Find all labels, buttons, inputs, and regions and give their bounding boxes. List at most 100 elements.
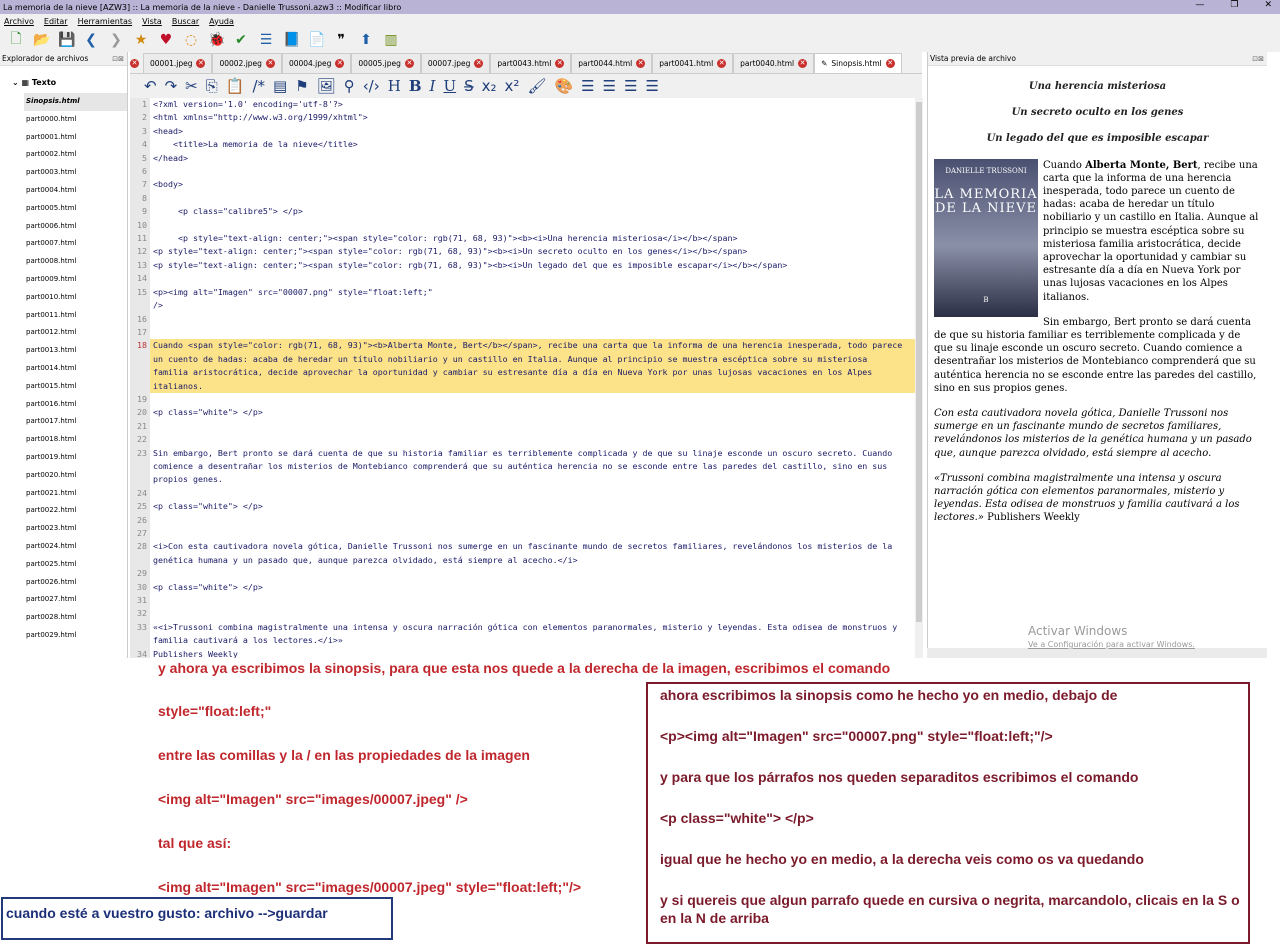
code-text[interactable]: <p class="white"> </p> [150,581,915,594]
code-text[interactable]: <body> [150,178,915,191]
code-text[interactable] [150,219,915,232]
panel-close-icon[interactable]: ⊡⊠ [1252,55,1264,63]
file-item[interactable]: part0010.html [0,289,127,307]
code-text[interactable]: <i>Con esta cautivadora novela gótica, D… [150,540,915,567]
html-icon[interactable]: ▤ [273,77,287,95]
code-text[interactable]: <?xml version='1.0' encoding='utf-8'?> [150,98,915,111]
file-item[interactable]: part0000.html [0,111,127,129]
code-text[interactable] [150,192,915,205]
file-item[interactable]: part0025.html [0,556,127,574]
bug-icon[interactable]: 🐞 [208,32,225,48]
tab-00001-jpeg[interactable]: 00001.jpeg ✕ [143,53,213,73]
tab-close-icon[interactable]: ✕ [636,59,646,68]
activation-link[interactable]: Ve a Configuración para activar Windows. [1028,640,1195,649]
minimize-button[interactable]: — [1195,0,1204,10]
subscript-icon[interactable]: x₂ [482,77,497,95]
code-text[interactable]: <p style="text-align: center;"><span sty… [150,245,915,258]
close-button[interactable]: ✕ [1264,0,1272,10]
file-item[interactable]: part0028.html [0,609,127,627]
code-editor[interactable]: 1 <?xml version='1.0' encoding='utf-8'?> 2… [130,98,915,658]
upload-icon[interactable]: ⬆ [358,32,374,48]
file-item[interactable]: part0008.html [0,253,127,271]
code-text[interactable]: Sin embargo, Bert pronto se dará cuenta … [150,447,915,487]
file-item[interactable]: part0015.html [0,378,127,396]
code-text[interactable]: <title>La memoria de la nieve</title> [150,138,915,151]
checkpoint-icon[interactable]: ★ [133,32,149,48]
align-center-icon[interactable]: ☰ [603,77,616,95]
file-item[interactable]: part0027.html [0,591,127,609]
superscript-icon[interactable]: x² [505,77,520,95]
tab-part0044-html[interactable]: part0044.html ✕ [571,53,653,73]
heart-icon[interactable]: ♥ [158,32,174,48]
file-item[interactable]: Sinopsis.html [24,93,127,111]
link-icon[interactable]: ⚲ [344,77,355,95]
stats-icon[interactable]: ▥ [383,32,399,48]
code-text[interactable]: <p style="text-align: center;"><span sty… [150,232,915,245]
file-item[interactable]: part0024.html [0,538,127,556]
code-text[interactable]: <p class="white"> </p> [150,500,915,513]
spellcheck-icon[interactable]: ✔ [233,32,249,48]
file-item[interactable]: part0007.html [0,235,127,253]
maximize-button[interactable]: ❐ [1230,0,1238,10]
tab-close-icon[interactable]: ✕ [555,59,565,68]
code-text[interactable] [150,514,915,527]
italic-icon[interactable]: I [430,77,436,95]
tab-close-icon[interactable]: ✕ [474,59,484,68]
tab-close-icon[interactable]: ✕ [798,59,808,68]
quote-icon[interactable]: ❞ [333,32,349,48]
file-item[interactable]: part0021.html [0,485,127,503]
code-text[interactable] [150,594,915,607]
marker-icon[interactable]: ⚑ [295,77,308,95]
file-item[interactable]: part0013.html [0,342,127,360]
code-text[interactable] [150,272,915,285]
code-text[interactable]: <head> [150,125,915,138]
menu-vista[interactable]: Vista [142,17,162,26]
cut-icon[interactable]: ✂ [185,77,198,95]
menu-editar[interactable]: Editar [44,17,68,26]
report-icon[interactable]: 📄 [308,32,325,48]
align-right-icon[interactable]: ☰ [624,77,637,95]
code-text[interactable] [150,326,915,339]
new-file-icon[interactable]: 🗋 [8,28,24,52]
tab-close-icon[interactable]: ✕ [335,59,345,68]
file-item[interactable]: part0014.html [0,360,127,378]
tag-icon[interactable]: ‹/› [363,77,380,95]
forward-icon[interactable]: ❯ [108,32,124,48]
code-text[interactable]: <p><img alt="Imagen" src="00007.png" sty… [150,286,915,313]
code-text[interactable] [150,487,915,500]
code-text[interactable]: Cuando <span style="color: rgb(71, 68, 9… [150,339,915,393]
tab-close-icon[interactable]: ✕ [885,59,895,68]
file-item[interactable]: part0012.html [0,324,127,342]
file-item[interactable]: part0002.html [0,146,127,164]
redo-icon[interactable]: ↷ [165,77,178,95]
file-item[interactable]: part0029.html [0,627,127,645]
tab-00005-jpeg[interactable]: 00005.jpeg ✕ [351,53,421,73]
file-item[interactable]: part0023.html [0,520,127,538]
file-item[interactable]: part0001.html [0,129,127,147]
image-insert-icon[interactable]: 🖼 [317,77,336,95]
menu-herramientas[interactable]: Herramientas [78,17,133,26]
tab-close-icon[interactable]: ✕ [196,59,206,68]
toc-icon[interactable]: ☰ [258,32,274,48]
code-text[interactable]: «<i>Trussoni combina magistralmente una … [150,621,915,648]
code-text[interactable]: <p class="white"> </p> [150,406,915,419]
code-text[interactable] [150,567,915,580]
code-text[interactable] [150,165,915,178]
file-item[interactable]: part0006.html [0,218,127,236]
file-item[interactable]: part0003.html [0,164,127,182]
tab-close-icon[interactable]: ✕ [130,59,139,68]
file-item[interactable]: part0011.html [0,307,127,325]
save-icon[interactable]: 💾 [58,32,75,48]
tab-part0040-html[interactable]: part0040.html ✕ [733,53,815,73]
file-item[interactable]: part0004.html [0,182,127,200]
code-text[interactable]: <html xmlns="http://www.w3.org/1999/xhtm… [150,111,915,124]
open-folder-icon[interactable]: 📂 [33,32,50,48]
comment-icon[interactable]: /* [252,77,265,95]
file-item[interactable]: part0019.html [0,449,127,467]
folder-texto[interactable]: ⌄ ▦ Texto [0,66,127,93]
file-item[interactable]: part0016.html [0,396,127,414]
strikethrough-icon[interactable]: S̶ [464,77,474,95]
file-item[interactable]: part0018.html [0,431,127,449]
align-left-icon[interactable]: ☰ [581,77,594,95]
code-text[interactable]: <p class="calibre5"> </p> [150,205,915,218]
